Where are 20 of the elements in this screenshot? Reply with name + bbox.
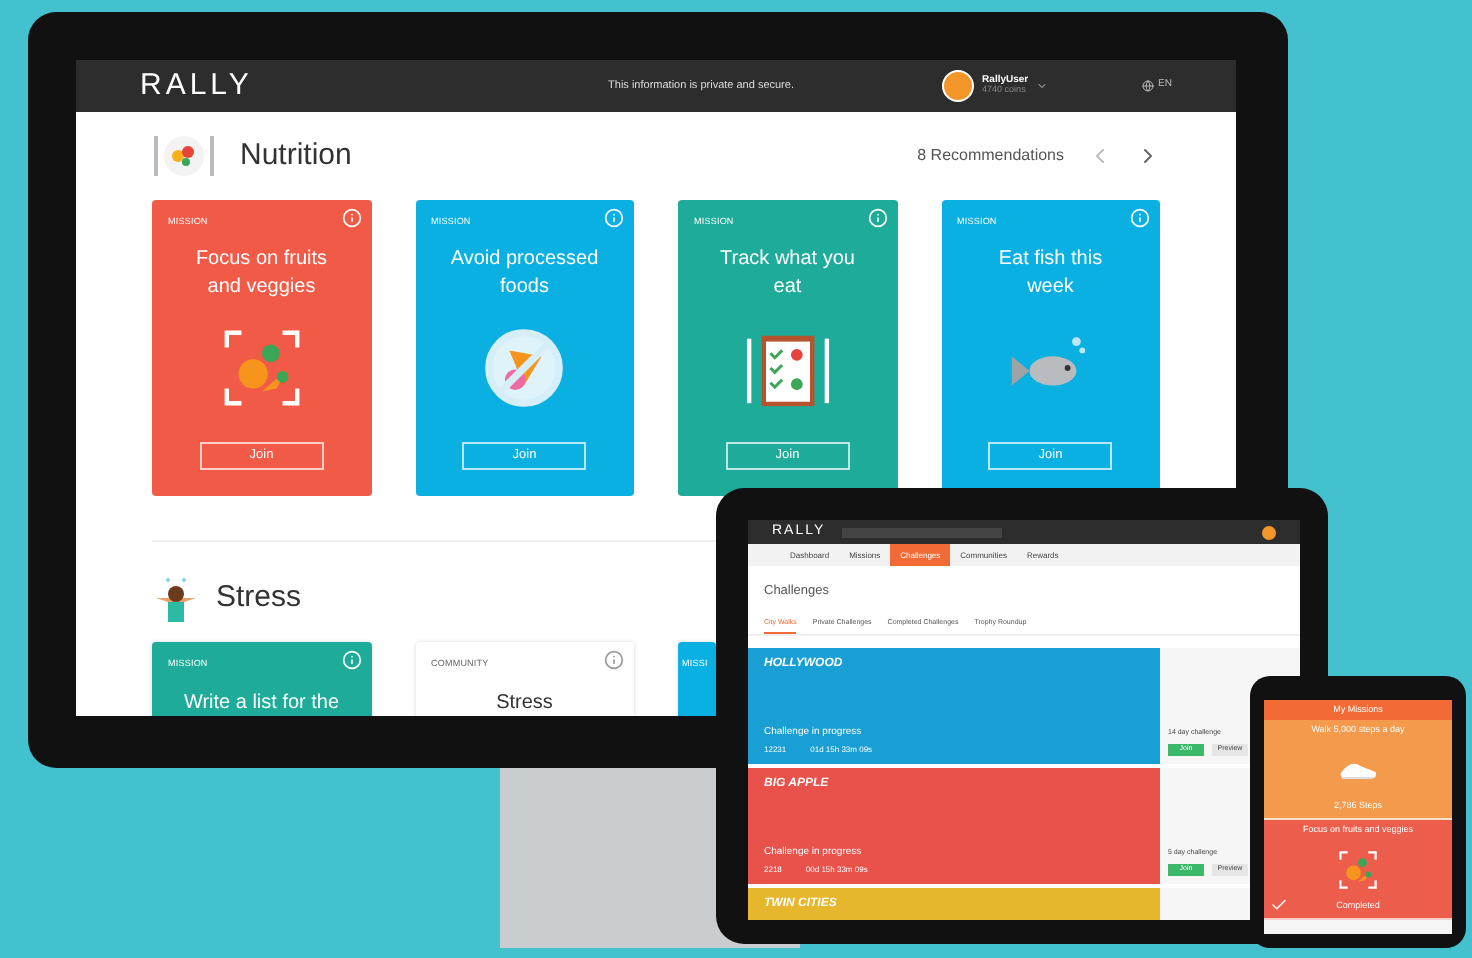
section-title: Nutrition	[240, 135, 354, 176]
card-title: Avoid processed foods	[448, 245, 601, 302]
card-title: Write a list for the	[183, 689, 340, 716]
no-food-icon	[480, 323, 569, 412]
logo: RALLY	[140, 65, 255, 106]
avatar	[1262, 525, 1276, 539]
caret-icon[interactable]	[1036, 80, 1049, 92]
info-icon[interactable]	[604, 650, 624, 670]
card-title: Stress	[496, 689, 553, 716]
plate-cutlery-icon	[152, 132, 216, 180]
card-title: Focus on fruits and veggies	[193, 245, 330, 302]
globe-icon[interactable]	[1142, 80, 1155, 92]
card-title: Track what you eat	[718, 245, 857, 302]
section-title: Stress	[216, 577, 302, 618]
vegetables-icon	[1336, 847, 1380, 891]
avatar	[942, 70, 975, 102]
recommendation-count: 8 Recommendations	[917, 144, 1064, 168]
check-icon	[1270, 896, 1288, 914]
stressed-person-icon	[152, 574, 200, 622]
card-title: Eat fish this week	[996, 245, 1105, 302]
